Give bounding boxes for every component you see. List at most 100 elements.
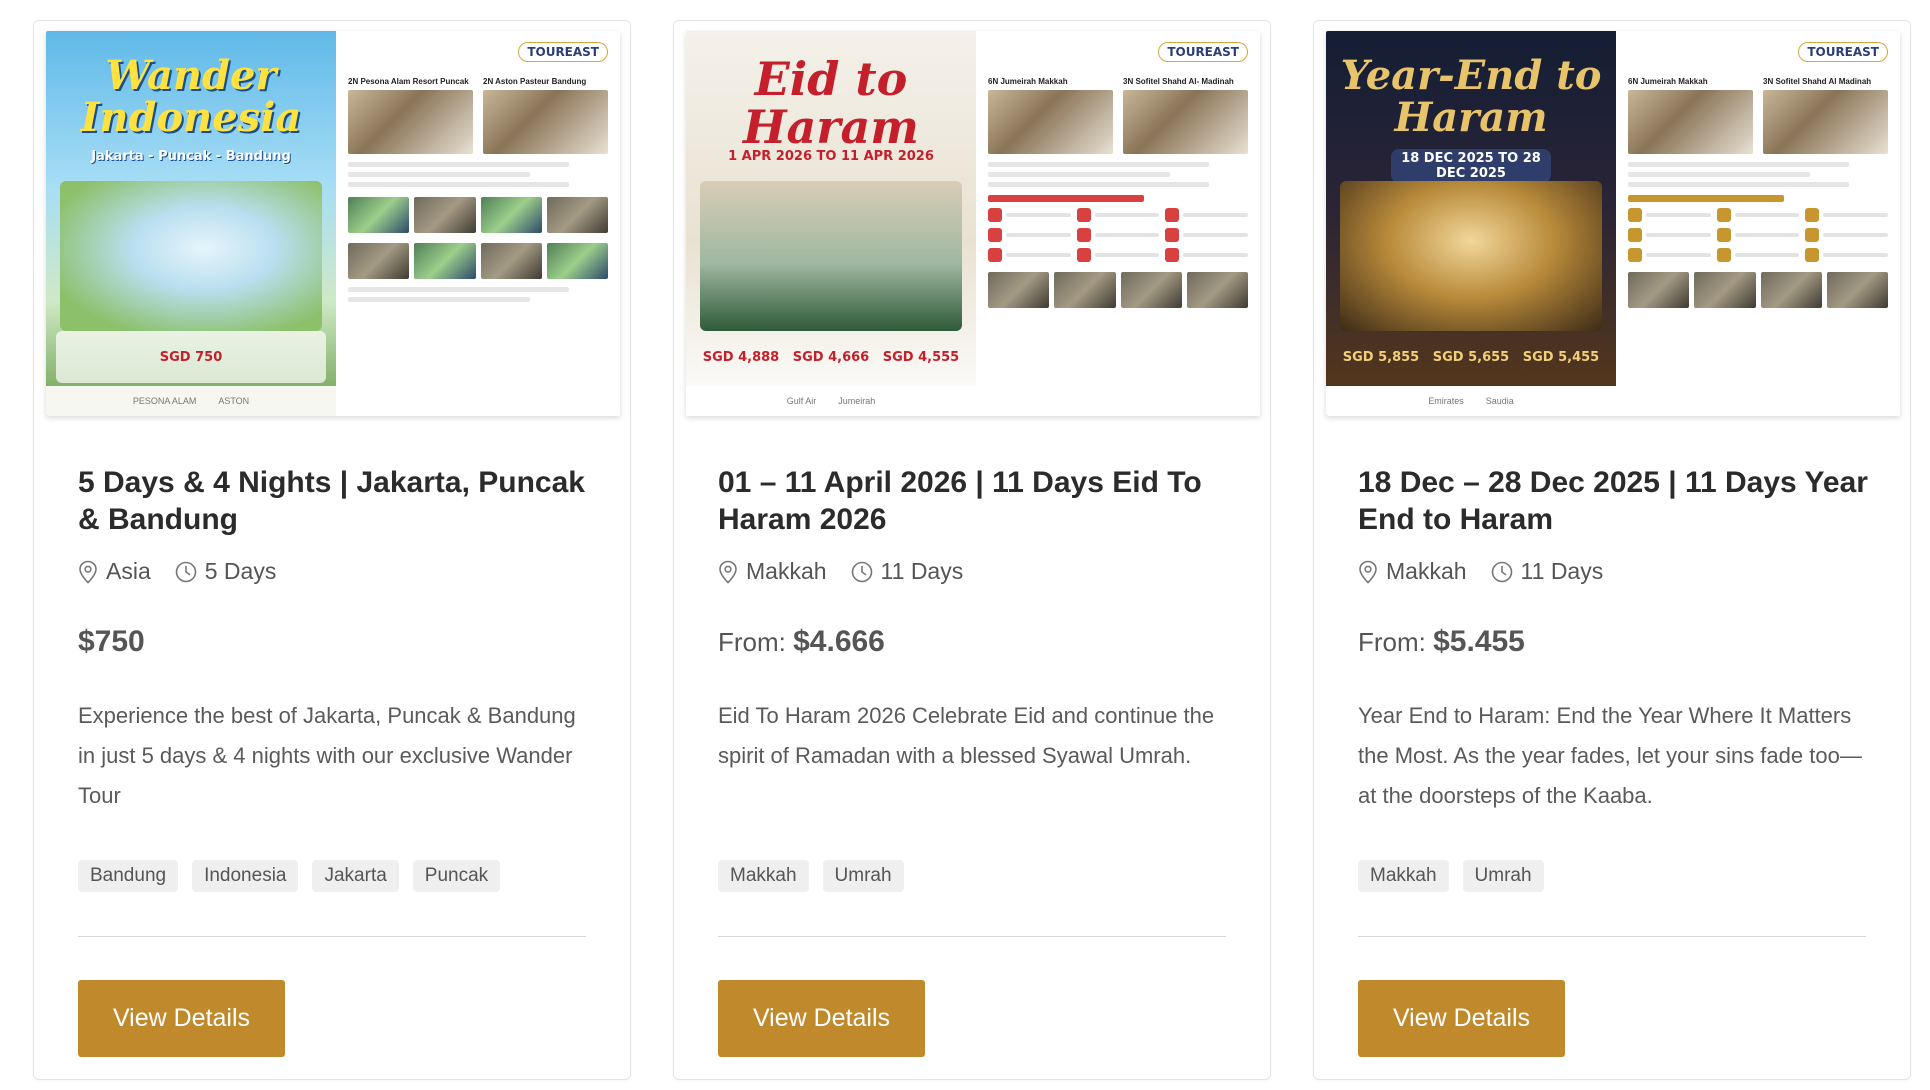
tag-chip[interactable]: Indonesia bbox=[192, 860, 299, 892]
poster-hotel-name: 6N Jumeirah Makkah bbox=[988, 77, 1068, 86]
poster-price: SGD 5,855 bbox=[1342, 349, 1420, 365]
tour-description: Experience the best of Jakarta, Puncak &… bbox=[78, 703, 576, 808]
poster-subtitle: Jakarta - Puncak - Bandung bbox=[91, 149, 291, 164]
map-pin-icon bbox=[719, 560, 737, 584]
tour-duration: 11 Days bbox=[1520, 558, 1604, 584]
poster-footer: Gulf Air Jumeirah bbox=[686, 386, 976, 416]
poster-hotel-photo bbox=[988, 90, 1113, 154]
price-value: $5.455 bbox=[1433, 625, 1525, 658]
poster-hotel-photo bbox=[483, 90, 608, 154]
poster-subtitle: 18 DEC 2025 TO 28 DEC 2025 bbox=[1391, 149, 1551, 183]
poster-title: Wander Indonesia bbox=[80, 52, 302, 141]
poster-price: SGD 5,455 bbox=[1522, 349, 1600, 365]
tag-chip[interactable]: Makkah bbox=[1358, 860, 1449, 892]
price-prefix: From: bbox=[1358, 627, 1434, 657]
tour-tags: Bandung Indonesia Jakarta Puncak bbox=[78, 860, 501, 892]
card-divider bbox=[78, 936, 586, 937]
card-divider bbox=[1358, 936, 1866, 937]
poster-price: SGD 4,888 bbox=[702, 349, 780, 365]
view-details-button[interactable]: View Details bbox=[1358, 980, 1565, 1057]
tag-chip[interactable]: Umrah bbox=[822, 860, 904, 892]
poster-footer-logo: Jumeirah bbox=[838, 396, 876, 406]
clock-icon bbox=[1491, 561, 1512, 582]
poster-scene bbox=[60, 181, 322, 331]
tour-duration: 11 Days bbox=[880, 558, 964, 584]
clock-icon bbox=[175, 561, 197, 582]
poster-footer: Emirates Saudia bbox=[1326, 386, 1616, 416]
poster-brand-logo: TOUREAST bbox=[1798, 42, 1888, 62]
tour-tags: Makkah Umrah bbox=[718, 860, 904, 892]
tour-meta: Asia 5 Days bbox=[78, 558, 276, 585]
poster-footer-logo: Gulf Air bbox=[786, 396, 817, 406]
tour-description: Year End to Haram: End the Year Where It… bbox=[1358, 703, 1862, 808]
poster-details: TOUREAST 6N Jumeirah Makkah 3N Sofitel S… bbox=[976, 31, 1260, 416]
poster-subtitle: 1 APR 2026 TO 11 APR 2026 bbox=[728, 149, 934, 164]
tour-description: Eid To Haram 2026 Celebrate Eid and cont… bbox=[718, 703, 1215, 768]
poster-hotel-name: 6N Jumeirah Makkah bbox=[1628, 77, 1708, 86]
poster-price: SGD 4,666 bbox=[792, 349, 870, 365]
tour-cards-grid: Wander Indonesia Jakarta - Puncak - Band… bbox=[0, 0, 1930, 1090]
poster-cover: Year-End to Haram 18 DEC 2025 TO 28 DEC … bbox=[1326, 31, 1616, 416]
poster-prices: SGD 4,888 SGD 4,666 SGD 4,555 bbox=[696, 331, 966, 383]
clock-icon bbox=[851, 561, 872, 582]
poster-hotel-photo bbox=[1123, 90, 1248, 154]
tour-meta: Makkah 11 Days bbox=[1358, 558, 1603, 585]
view-details-button[interactable]: View Details bbox=[718, 980, 925, 1057]
poster-title: Year-End to Haram bbox=[1340, 52, 1602, 141]
poster-details: TOUREAST 2N Pesona Alam Resort Puncak 2N… bbox=[336, 31, 620, 416]
poster-hotel-photo bbox=[1628, 90, 1753, 154]
poster-footer: PESONA ALAM ASTON bbox=[46, 386, 336, 416]
map-pin-icon bbox=[79, 560, 97, 584]
tag-chip[interactable]: Makkah bbox=[718, 860, 809, 892]
poster-footer-logo: ASTON bbox=[218, 396, 250, 406]
poster-brand-logo: TOUREAST bbox=[518, 42, 608, 62]
poster-scene bbox=[1340, 181, 1602, 331]
poster-footer-logo: Emirates bbox=[1428, 396, 1464, 406]
poster-prices: SGD 5,855 SGD 5,655 SGD 5,455 bbox=[1336, 331, 1606, 383]
poster-hotel-name: 3N Sofitel Shahd Al Madinah bbox=[1763, 77, 1872, 86]
tour-tags: Makkah Umrah bbox=[1358, 860, 1544, 892]
tour-poster-image[interactable]: Eid to Haram 1 APR 2026 TO 11 APR 2026 S… bbox=[686, 31, 1260, 416]
tour-title[interactable]: 5 Days & 4 Nights | Jakarta, Puncak & Ba… bbox=[78, 464, 598, 538]
poster-prices: SGD 750 bbox=[56, 331, 326, 383]
tour-duration: 5 Days bbox=[204, 558, 277, 584]
card-divider bbox=[718, 936, 1226, 937]
tour-poster-image[interactable]: Year-End to Haram 18 DEC 2025 TO 28 DEC … bbox=[1326, 31, 1900, 416]
tour-price: From: $5.455 bbox=[1358, 625, 1525, 659]
tour-title[interactable]: 01 – 11 April 2026 | 11 Days Eid To Hara… bbox=[718, 464, 1238, 538]
poster-hotel-name: 2N Pesona Alam Resort Puncak bbox=[348, 77, 469, 86]
tour-card: Wander Indonesia Jakarta - Puncak - Band… bbox=[33, 20, 631, 1080]
poster-details: TOUREAST 6N Jumeirah Makkah 3N Sofitel S… bbox=[1616, 31, 1900, 416]
tag-chip[interactable]: Umrah bbox=[1462, 860, 1544, 892]
poster-cover: Eid to Haram 1 APR 2026 TO 11 APR 2026 S… bbox=[686, 31, 976, 416]
tour-poster-image[interactable]: Wander Indonesia Jakarta - Puncak - Band… bbox=[46, 31, 620, 416]
tour-location: Makkah bbox=[1386, 558, 1467, 584]
tour-meta: Makkah 11 Days bbox=[718, 558, 963, 585]
tour-price: $750 bbox=[78, 625, 145, 659]
poster-price: SGD 4,555 bbox=[882, 349, 960, 365]
poster-hotel-name: 2N Aston Pasteur Bandung bbox=[483, 77, 587, 86]
poster-scene bbox=[700, 181, 962, 331]
price-value: $750 bbox=[78, 625, 145, 658]
view-details-button[interactable]: View Details bbox=[78, 980, 285, 1057]
map-pin-icon bbox=[1359, 560, 1377, 584]
tag-chip[interactable]: Bandung bbox=[78, 860, 179, 892]
poster-hotel-photo bbox=[348, 90, 473, 154]
poster-hotel-name: 3N Sofitel Shahd Al- Madinah bbox=[1123, 77, 1234, 86]
tour-price: From: $4.666 bbox=[718, 625, 885, 659]
poster-title: Eid to Haram bbox=[743, 52, 919, 155]
tour-location: Makkah bbox=[746, 558, 827, 584]
poster-price: SGD 750 bbox=[159, 349, 223, 365]
tour-title[interactable]: 18 Dec – 28 Dec 2025 | 11 Days Year End … bbox=[1358, 464, 1878, 538]
tag-chip[interactable]: Jakarta bbox=[312, 860, 399, 892]
poster-footer-logo: Saudia bbox=[1485, 396, 1514, 406]
poster-brand-logo: TOUREAST bbox=[1158, 42, 1248, 62]
poster-price: SGD 5,655 bbox=[1432, 349, 1510, 365]
poster-hotel-photo bbox=[1763, 90, 1888, 154]
tag-chip[interactable]: Puncak bbox=[412, 860, 501, 892]
poster-footer-logo: PESONA ALAM bbox=[132, 396, 197, 406]
tour-location: Asia bbox=[106, 558, 151, 584]
tour-card: Year-End to Haram 18 DEC 2025 TO 28 DEC … bbox=[1313, 20, 1911, 1080]
price-value: $4.666 bbox=[793, 625, 885, 658]
price-prefix: From: bbox=[718, 627, 794, 657]
